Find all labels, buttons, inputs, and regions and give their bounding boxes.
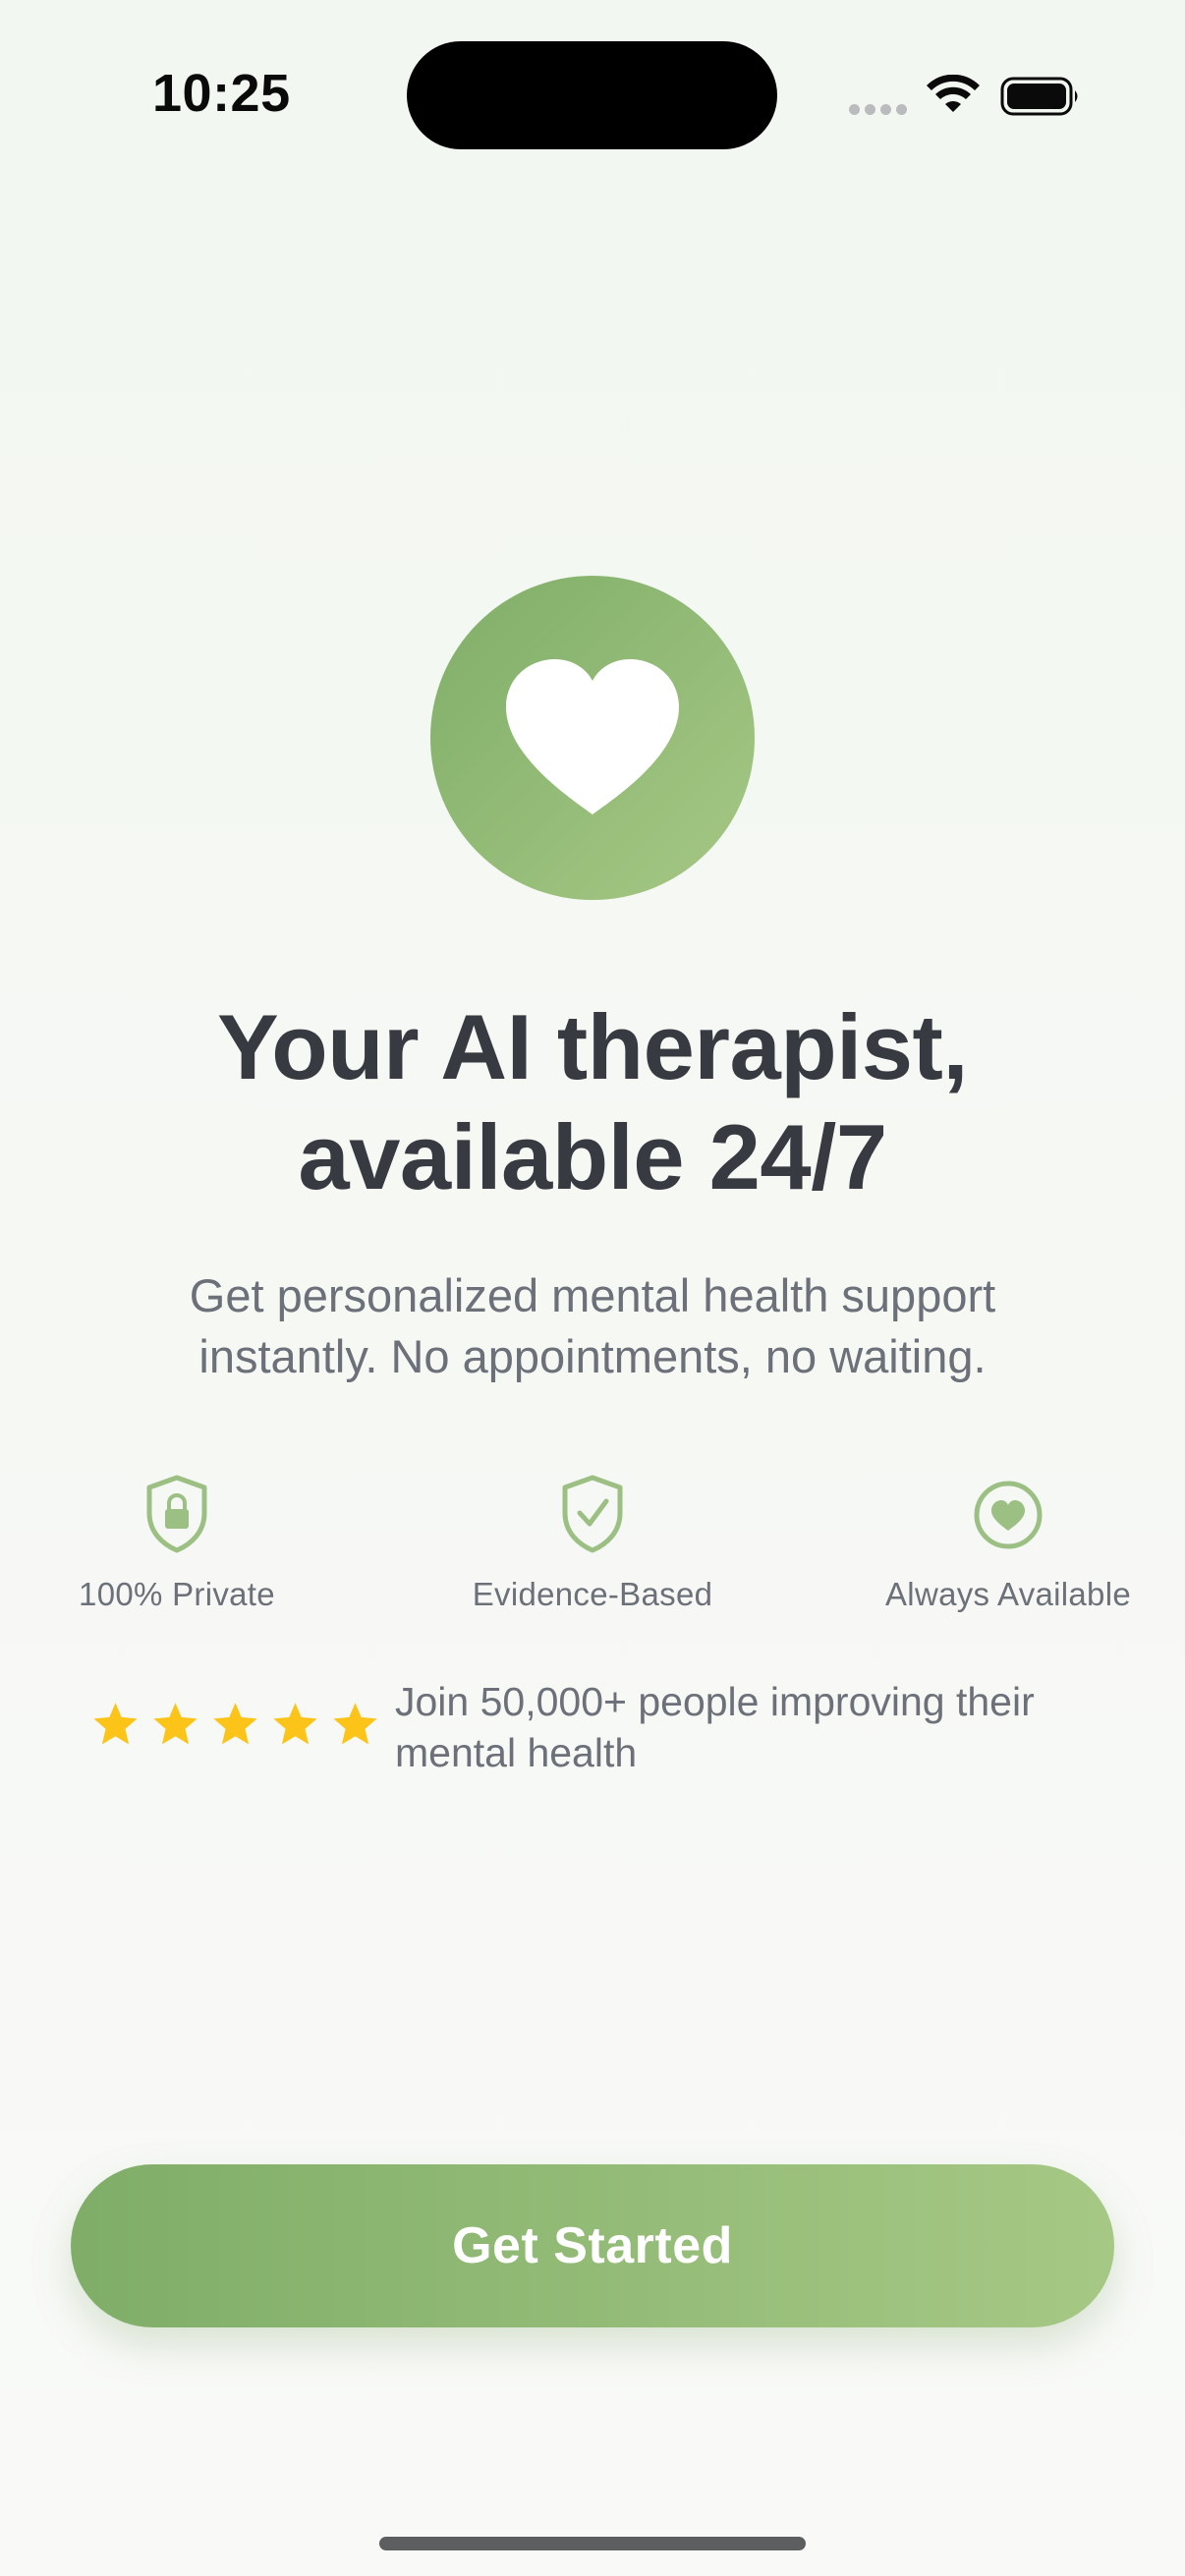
home-indicator[interactable] xyxy=(379,2537,806,2550)
heart-circle-icon xyxy=(974,1481,1043,1549)
feature-available: Always Available xyxy=(851,1474,1165,1613)
cellular-signal-icon xyxy=(849,102,910,116)
star-icon xyxy=(273,1703,317,1745)
social-proof-text: Join 50,000+ people improving their ment… xyxy=(395,1676,1112,1778)
feature-label: Always Available xyxy=(885,1576,1131,1612)
page-title: Your AI therapist, available 24/7 xyxy=(0,992,1185,1212)
heart-icon xyxy=(505,659,680,814)
headline-line-1: Your AI therapist, xyxy=(217,995,968,1098)
subtitle: Get personalized mental health support i… xyxy=(98,1265,1087,1387)
dynamic-island xyxy=(407,41,777,149)
feature-list: 100% Private Evidence-Based Always Avail… xyxy=(0,1474,1185,1631)
star-icon xyxy=(153,1703,198,1745)
headline-line-2: available 24/7 xyxy=(298,1105,887,1208)
feature-label: 100% Private xyxy=(79,1576,275,1612)
social-proof: Join 50,000+ people improving their ment… xyxy=(90,1676,1112,1784)
star-rating xyxy=(90,1700,380,1750)
wifi-icon xyxy=(927,75,980,112)
social-proof-line-1: Join 50,000+ people improving their xyxy=(395,1679,1035,1724)
status-time: 10:25 xyxy=(152,64,291,123)
star-icon xyxy=(333,1703,377,1745)
feature-label: Evidence-Based xyxy=(472,1576,713,1612)
feature-evidence: Evidence-Based xyxy=(435,1474,750,1613)
battery-icon xyxy=(1000,77,1078,116)
lock-shield-icon xyxy=(146,1475,207,1553)
feature-private: 100% Private xyxy=(20,1474,334,1613)
subtitle-line-1: Get personalized mental health support xyxy=(189,1269,996,1321)
hero-logo xyxy=(430,576,755,900)
status-bar: 10:25 xyxy=(0,0,1185,196)
social-proof-line-2: mental health xyxy=(395,1730,638,1775)
star-icon xyxy=(93,1703,138,1745)
check-shield-icon xyxy=(562,1475,623,1553)
star-icon xyxy=(213,1703,257,1745)
subtitle-line-2: instantly. No appointments, no waiting. xyxy=(198,1330,987,1382)
get-started-button[interactable]: Get Started xyxy=(71,2164,1114,2327)
